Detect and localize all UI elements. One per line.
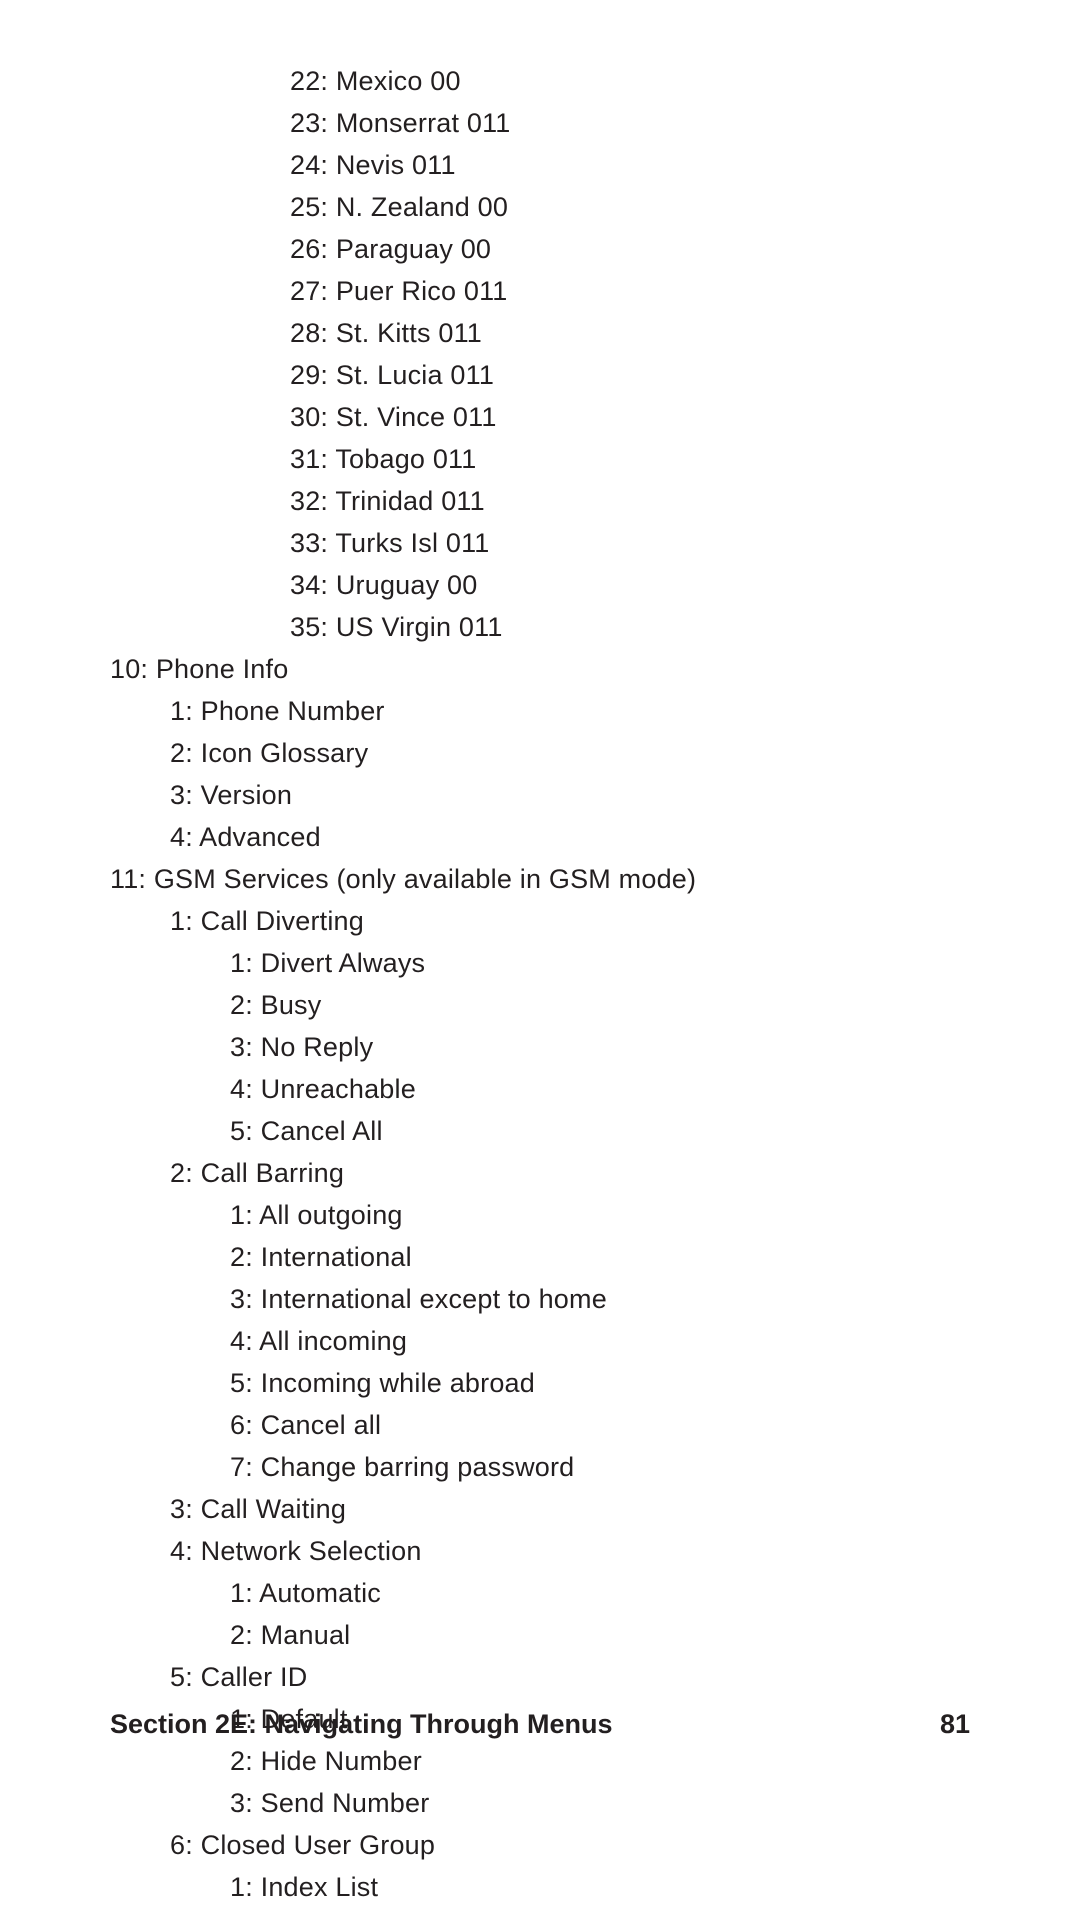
menu-line: 3: International except to home: [110, 1278, 970, 1320]
menu-line: 30: St. Vince 011: [110, 396, 970, 438]
menu-line: 1: Phone Number: [110, 690, 970, 732]
menu-line: 33: Turks Isl 011: [110, 522, 970, 564]
page-number: 81: [940, 1709, 970, 1740]
menu-line: 3: Send Number: [110, 1782, 970, 1824]
menu-line: 22: Mexico 00: [110, 60, 970, 102]
menu-line: 5: Cancel All: [110, 1110, 970, 1152]
menu-line: 1: Index List: [110, 1866, 970, 1908]
menu-line: 1: Automatic: [110, 1572, 970, 1614]
menu-line: 31: Tobago 011: [110, 438, 970, 480]
menu-line: 27: Puer Rico 011: [110, 270, 970, 312]
menu-line: 2: International: [110, 1236, 970, 1278]
menu-line: 4: Network Selection: [110, 1530, 970, 1572]
menu-line: 2: Call Barring: [110, 1152, 970, 1194]
page: 22: Mexico 0023: Monserrat 01124: Nevis …: [0, 0, 1080, 1800]
menu-line: 23: Monserrat 011: [110, 102, 970, 144]
menu-line: 34: Uruguay 00: [110, 564, 970, 606]
menu-line: 32: Trinidad 011: [110, 480, 970, 522]
menu-line: 6: Closed User Group: [110, 1824, 970, 1866]
menu-line: 3: No Reply: [110, 1026, 970, 1068]
menu-line: 4: Advanced: [110, 816, 970, 858]
menu-line: 3: Call Waiting: [110, 1488, 970, 1530]
menu-line: 26: Paraguay 00: [110, 228, 970, 270]
menu-line: 25: N. Zealand 00: [110, 186, 970, 228]
menu-line: 2: Hide Number: [110, 1740, 970, 1782]
menu-line: 28: St. Kitts 011: [110, 312, 970, 354]
menu-line: 2: Icon Glossary: [110, 732, 970, 774]
menu-line: 2: Manual: [110, 1614, 970, 1656]
menu-line: 5: Caller ID: [110, 1656, 970, 1698]
menu-line: 4: All incoming: [110, 1320, 970, 1362]
menu-line: 35: US Virgin 011: [110, 606, 970, 648]
menu-line: 11: GSM Services (only available in GSM …: [110, 858, 970, 900]
menu-line: 3: Version: [110, 774, 970, 816]
menu-line: 5: Incoming while abroad: [110, 1362, 970, 1404]
menu-line: 1: Divert Always: [110, 942, 970, 984]
menu-line: 29: St. Lucia 011: [110, 354, 970, 396]
menu-hierarchy: 22: Mexico 0023: Monserrat 01124: Nevis …: [110, 60, 970, 1908]
menu-line: 6: Cancel all: [110, 1404, 970, 1446]
menu-line: 2: Busy: [110, 984, 970, 1026]
menu-line: 7: Change barring password: [110, 1446, 970, 1488]
menu-line: 1: Call Diverting: [110, 900, 970, 942]
section-title: Section 2E: Navigating Through Menus: [110, 1709, 613, 1740]
menu-line: 4: Unreachable: [110, 1068, 970, 1110]
menu-line: 24: Nevis 011: [110, 144, 970, 186]
menu-line: 1: All outgoing: [110, 1194, 970, 1236]
menu-line: 10: Phone Info: [110, 648, 970, 690]
page-footer: Section 2E: Navigating Through Menus 81: [110, 1709, 970, 1740]
